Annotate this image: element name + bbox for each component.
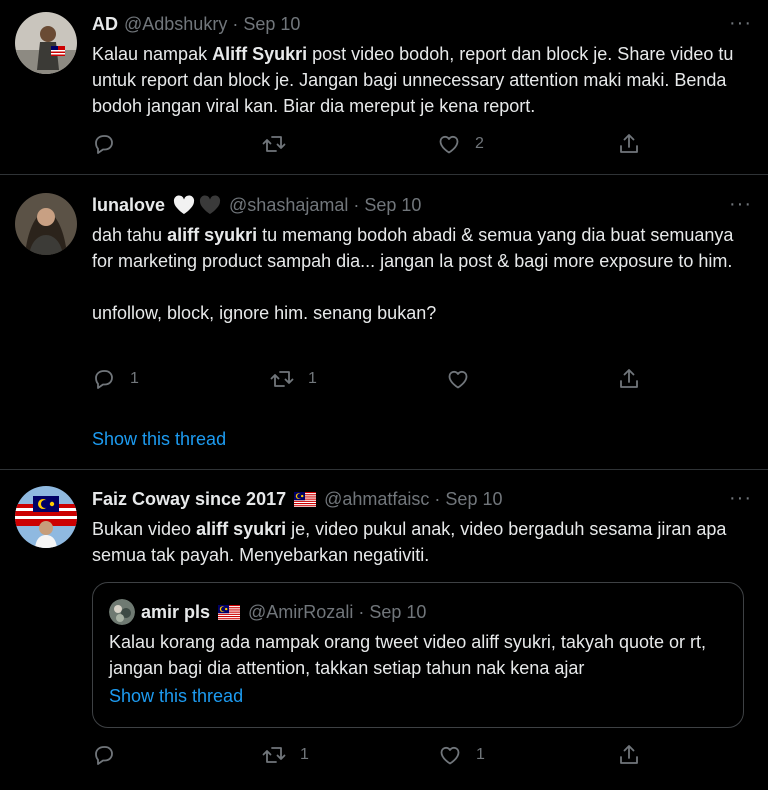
malaysia-flag-icon [218,605,240,620]
black-heart-icon [199,195,221,215]
tweet[interactable]: Faiz Coway since 2017 @ahmatfaisc · Sep … [0,470,768,790]
avatar[interactable] [15,12,77,74]
quoted-display-name[interactable]: amir pls [141,602,210,623]
retweet-count: 1 [308,370,317,387]
reply-button[interactable]: 1 [92,367,139,391]
like-count: 1 [476,746,485,763]
quoted-avatar[interactable] [109,599,135,625]
avatar[interactable] [15,193,77,255]
reply-count: 1 [130,370,139,387]
share-icon [617,743,641,767]
reply-button[interactable] [92,132,130,156]
retweet-button[interactable]: 1 [270,367,317,391]
tweet-date[interactable]: Sep 10 [445,489,502,510]
like-count: 2 [475,135,484,152]
display-name[interactable]: AD [92,14,118,35]
share-button[interactable] [617,132,641,156]
quoted-handle[interactable]: @AmirRozali [248,602,353,623]
malaysia-flag-icon [294,492,316,507]
heart-icon [438,743,462,767]
share-icon [617,367,641,391]
like-button[interactable] [446,367,484,391]
retweet-button[interactable]: 1 [262,743,309,767]
handle[interactable]: @Adbshukry [124,14,227,35]
tweet-text-part: dah tahu [92,225,168,245]
reply-icon [92,367,116,391]
retweet-icon [262,743,286,767]
quoted-show-thread-link[interactable]: Show this thread [109,686,243,707]
quoted-tweet[interactable]: amir pls @AmirRozali · Sep 10 Kalau kora… [92,582,744,728]
share-button[interactable] [617,743,641,767]
more-options-icon[interactable]: ··· [729,194,752,214]
tweet-text-bold: aliff syukri [196,519,287,539]
tweet-date[interactable]: Sep 10 [243,14,300,35]
tweet-text-part: Kalau nampak [92,44,213,64]
share-button[interactable] [617,367,641,391]
tweet-date[interactable]: Sep 10 [364,195,421,216]
heart-icon [446,367,470,391]
like-button[interactable]: 2 [437,132,484,156]
like-button[interactable]: 1 [438,743,485,767]
more-options-icon[interactable]: ··· [729,13,752,33]
tweet-text: dah tahu aliff syukri tu memang bodoh ab… [92,222,752,326]
more-options-icon[interactable]: ··· [729,488,752,508]
retweet-icon [262,132,286,156]
tweet-text: Bukan video aliff syukri je, video pukul… [92,516,752,568]
reply-icon [92,743,116,767]
retweet-count: 1 [300,746,309,763]
reply-button[interactable] [92,743,130,767]
white-heart-icon [173,195,195,215]
tweet-text-part: Bukan video [92,519,197,539]
quoted-date[interactable]: Sep 10 [369,602,426,623]
separator-dot: · [358,601,365,622]
display-name[interactable]: lunalove [92,195,165,216]
handle[interactable]: @shashajamal [229,195,348,216]
separator-dot: · [353,194,360,215]
handle[interactable]: @ahmatfaisc [324,489,429,510]
tweet-text: Kalau nampak Aliff Syukri post video bod… [92,41,752,119]
tweet[interactable]: AD @Adbshukry · Sep 10 ··· Kalau nampak … [0,0,768,175]
retweet-icon [270,367,294,391]
avatar[interactable] [15,486,77,548]
separator-dot: · [434,488,441,509]
reply-icon [92,132,116,156]
separator-dot: · [232,13,239,34]
tweet-text-bold: Aliff Syukri [212,44,308,64]
retweet-button[interactable] [262,132,300,156]
heart-icon [437,132,461,156]
tweet[interactable]: lunalove @shashajamal · Sep 10 ··· dah t… [0,175,768,470]
display-name[interactable]: Faiz Coway since 2017 [92,489,286,510]
quoted-tweet-text: Kalau korang ada nampak orang tweet vide… [109,632,707,678]
tweet-text-bold: aliff syukri [167,225,258,245]
show-thread-link[interactable]: Show this thread [92,429,226,450]
share-icon [617,132,641,156]
